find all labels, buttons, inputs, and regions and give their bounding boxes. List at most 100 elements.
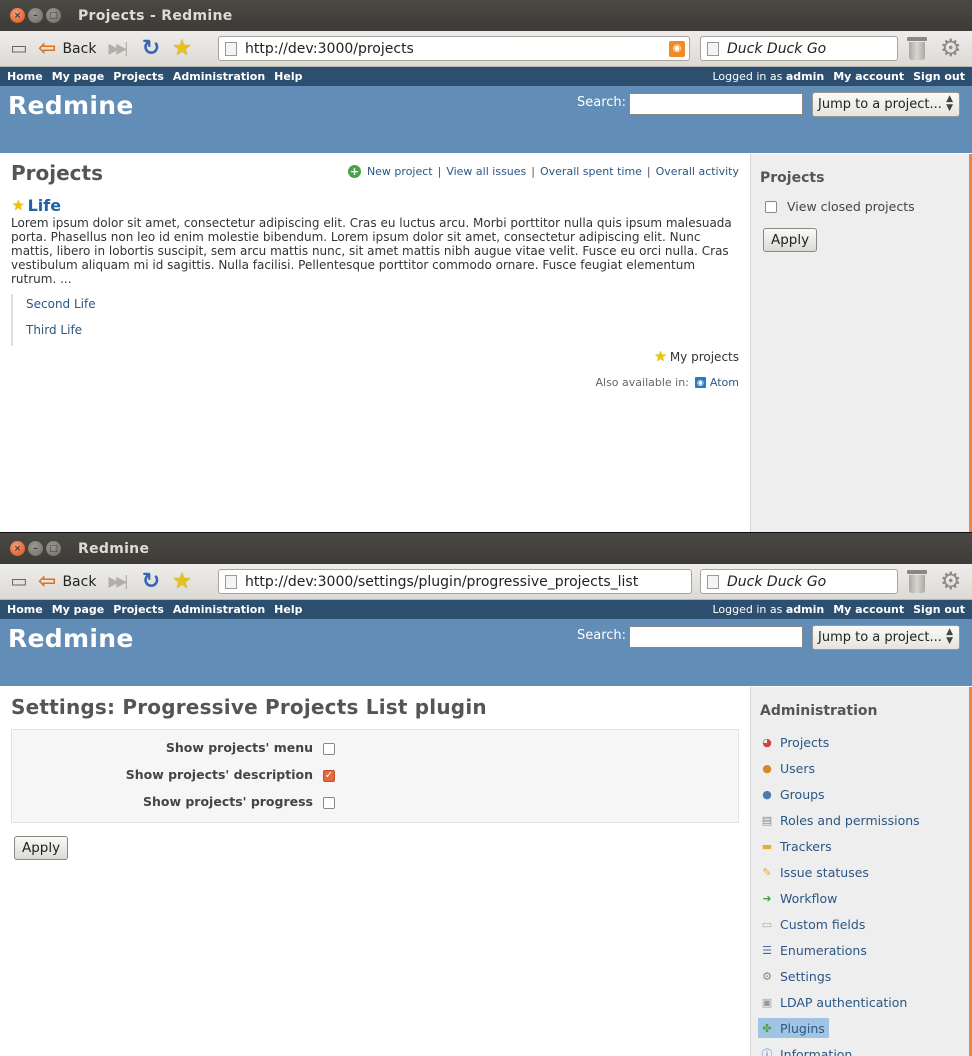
show-menu-checkbox[interactable] xyxy=(323,743,335,755)
admin-item-label[interactable]: Trackers xyxy=(780,839,832,854)
window-close-button[interactable]: × xyxy=(10,8,25,23)
admin-item-label[interactable]: Custom fields xyxy=(780,917,865,932)
menu-my-account[interactable]: My account xyxy=(833,70,904,83)
admin-item-enumerations[interactable]: ☰ Enumerations xyxy=(760,937,920,963)
window-titlebar: × – □ Projects - Redmine xyxy=(0,0,972,31)
admin-item-users[interactable]: ● Users xyxy=(760,755,920,781)
admin-item-label[interactable]: Workflow xyxy=(780,891,837,906)
new-tab-icon[interactable]: ▭ xyxy=(6,37,32,61)
menu-administration[interactable]: Administration xyxy=(173,70,265,83)
admin-item-custom-fields[interactable]: ▭ Custom fields xyxy=(760,911,920,937)
back-button[interactable]: ⇦ Back xyxy=(38,570,96,594)
search-label: Search: xyxy=(577,628,627,643)
admin-item-label[interactable]: Enumerations xyxy=(780,943,867,958)
admin-item-roles[interactable]: ▤ Roles and permissions xyxy=(760,807,920,833)
menu-my-page[interactable]: My page xyxy=(52,70,105,83)
window-minimize-button[interactable]: – xyxy=(28,8,43,23)
admin-item-plugins[interactable]: ✤ Plugins xyxy=(758,1018,829,1038)
window-maximize-button[interactable]: □ xyxy=(46,541,61,556)
settings-box: Show projects' menu Show projects' descr… xyxy=(11,729,739,823)
window-maximize-button[interactable]: □ xyxy=(46,8,61,23)
page-title: Settings: Progressive Projects List plug… xyxy=(11,695,487,719)
show-progress-checkbox[interactable] xyxy=(323,797,335,809)
menu-my-page[interactable]: My page xyxy=(52,603,105,616)
subproject-link[interactable]: Third Life xyxy=(26,320,96,346)
admin-item-trackers[interactable]: ▬ Trackers xyxy=(760,833,920,859)
apply-button[interactable]: Apply xyxy=(763,228,818,252)
search-engine-icon xyxy=(707,41,719,56)
admin-item-projects[interactable]: ◕ Projects xyxy=(760,729,920,755)
admin-item-settings[interactable]: ⚙ Settings xyxy=(760,963,920,989)
menu-sign-out[interactable]: Sign out xyxy=(913,603,965,616)
admin-item-label[interactable]: Information xyxy=(780,1047,852,1056)
admin-item-label[interactable]: Roles and permissions xyxy=(780,813,920,828)
admin-item-label[interactable]: Settings xyxy=(780,969,831,984)
header: Redmine Search: Jump to a project... ▲ ▼ xyxy=(0,619,972,686)
admin-item-issue-statuses[interactable]: ✎ Issue statuses xyxy=(760,859,920,885)
admin-item-information[interactable]: ⓘ Information xyxy=(760,1041,920,1056)
trash-icon[interactable] xyxy=(907,570,927,594)
url-bar[interactable]: http://dev:3000/projects ◉ xyxy=(218,36,690,61)
menu-projects[interactable]: Projects xyxy=(113,603,164,616)
bookmark-star-icon[interactable]: ★ xyxy=(172,36,192,61)
atom-link[interactable]: Atom xyxy=(710,376,739,389)
project-link-life[interactable]: Life xyxy=(28,196,62,215)
admin-item-groups[interactable]: ● Groups xyxy=(760,781,920,807)
search-input[interactable] xyxy=(629,626,803,648)
plugins-icon: ✤ xyxy=(762,1021,772,1035)
bookmark-star-icon[interactable]: ★ xyxy=(172,569,192,594)
logged-in-as: Logged in as admin xyxy=(712,70,825,83)
window-minimize-button[interactable]: – xyxy=(28,541,43,556)
forward-icon[interactable]: ▶▶| xyxy=(108,41,128,57)
view-closed-checkbox[interactable] xyxy=(765,200,777,213)
apply-button[interactable]: Apply xyxy=(14,836,69,860)
window-close-button[interactable]: × xyxy=(10,541,25,556)
admin-item-label[interactable]: Groups xyxy=(780,787,825,802)
admin-item-label[interactable]: Plugins xyxy=(780,1021,825,1036)
back-button[interactable]: ⇦ Back xyxy=(38,37,96,61)
browser-window-plugin-settings: × – □ Redmine ▭ ⇦ Back ▶▶| ↻ ★ http://de… xyxy=(0,532,972,1056)
project-description: Lorem ipsum dolor sit amet, consectetur … xyxy=(11,216,732,286)
menu-help[interactable]: Help xyxy=(274,70,302,83)
my-projects-label: My projects xyxy=(669,350,739,364)
subproject-link[interactable]: Second Life xyxy=(26,294,96,320)
menu-sign-out[interactable]: Sign out xyxy=(913,70,965,83)
admin-item-label[interactable]: Issue statuses xyxy=(780,865,869,880)
gear-icon[interactable]: ⚙ xyxy=(940,36,962,60)
feed-icon: ◉ xyxy=(694,377,706,388)
browser-window-projects: × – □ Projects - Redmine ▭ ⇦ Back ▶▶| ↻ … xyxy=(0,0,972,532)
logged-user[interactable]: admin xyxy=(786,70,824,83)
jump-to-project-select[interactable]: Jump to a project... ▲ ▼ xyxy=(812,625,960,650)
menu-projects[interactable]: Projects xyxy=(113,70,164,83)
workflow-icon: ➜ xyxy=(762,891,772,905)
menu-administration[interactable]: Administration xyxy=(173,603,265,616)
jump-label: Jump to a project... xyxy=(818,97,942,112)
admin-item-label[interactable]: Users xyxy=(780,761,815,776)
rss-feed-icon[interactable]: ◉ xyxy=(669,41,685,57)
gear-icon[interactable]: ⚙ xyxy=(940,569,962,593)
jump-to-project-select[interactable]: Jump to a project... ▲ ▼ xyxy=(812,92,960,117)
reload-icon[interactable]: ↻ xyxy=(142,36,160,61)
web-search-input[interactable]: Duck Duck Go xyxy=(700,569,898,594)
admin-item-label[interactable]: LDAP authentication xyxy=(780,995,907,1010)
forward-icon[interactable]: ▶▶| xyxy=(108,574,128,590)
menu-home[interactable]: Home xyxy=(7,603,43,616)
admin-item-label[interactable]: Projects xyxy=(780,735,829,750)
new-project-link[interactable]: New project xyxy=(367,165,433,178)
logged-user[interactable]: admin xyxy=(786,603,824,616)
admin-item-workflow[interactable]: ➜ Workflow xyxy=(760,885,920,911)
menu-my-account[interactable]: My account xyxy=(833,603,904,616)
menu-help[interactable]: Help xyxy=(274,603,302,616)
overall-spent-time-link[interactable]: Overall spent time xyxy=(540,165,642,178)
url-bar[interactable]: http://dev:3000/settings/plugin/progress… xyxy=(218,569,692,594)
new-tab-icon[interactable]: ▭ xyxy=(6,570,32,594)
reload-icon[interactable]: ↻ xyxy=(142,569,160,594)
trash-icon[interactable] xyxy=(907,37,927,61)
menu-home[interactable]: Home xyxy=(7,70,43,83)
admin-item-ldap[interactable]: ▣ LDAP authentication xyxy=(760,989,920,1015)
search-input[interactable] xyxy=(629,93,803,115)
view-all-issues-link[interactable]: View all issues xyxy=(446,165,526,178)
web-search-input[interactable]: Duck Duck Go xyxy=(700,36,898,61)
overall-activity-link[interactable]: Overall activity xyxy=(656,165,739,178)
show-description-checkbox[interactable]: ✓ xyxy=(323,770,335,782)
